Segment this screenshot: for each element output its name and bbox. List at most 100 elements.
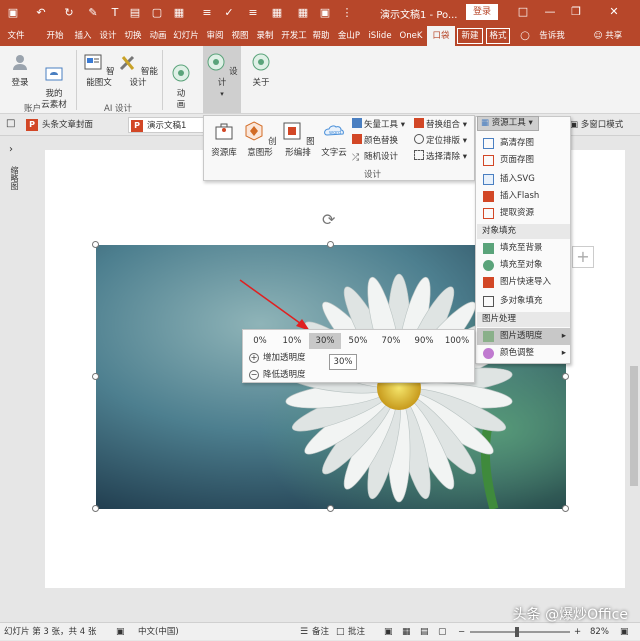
- transparency-option-30[interactable]: 30%: [309, 333, 341, 349]
- more-icon[interactable]: ⋮: [340, 5, 354, 19]
- comments-button[interactable]: 批注: [348, 623, 365, 641]
- resize-handle[interactable]: [92, 505, 99, 512]
- vertical-scrollbar[interactable]: [628, 136, 640, 622]
- text-icon[interactable]: T: [108, 5, 122, 19]
- scrollbar-thumb[interactable]: [630, 366, 638, 486]
- resource-tools-header[interactable]: ▦ 资源工具 ▾: [477, 116, 539, 131]
- resize-handle[interactable]: [92, 241, 99, 248]
- resource-library-button[interactable]: 资源库: [208, 120, 240, 159]
- select-clear-button[interactable]: 选择清除 ▾: [414, 150, 467, 164]
- graphic-layout-button[interactable]: 图形编排: [280, 120, 316, 159]
- zoom-slider-thumb[interactable]: [515, 627, 519, 637]
- replace-combo-button[interactable]: 替换组合 ▾: [414, 118, 467, 132]
- resize-handle[interactable]: [92, 373, 99, 380]
- tab-jinshan[interactable]: 金山P: [335, 26, 363, 46]
- tab-animations[interactable]: 动画: [146, 26, 170, 46]
- thumbnail-label[interactable]: 缩略图: [8, 166, 20, 190]
- menu-item-fill-background[interactable]: 填充至背景: [477, 240, 570, 257]
- menu-item-color-adjust[interactable]: 颜色调整 ▸: [477, 345, 570, 362]
- fit-slide-icon[interactable]: ▣: [620, 623, 629, 641]
- design-button[interactable]: 设计 ▾: [203, 46, 241, 113]
- zoom-in-icon[interactable]: +: [574, 623, 581, 641]
- tab-review[interactable]: 审阅: [203, 26, 227, 46]
- color-replace-button[interactable]: 颜色替换: [352, 134, 398, 148]
- zoom-level[interactable]: 82%: [590, 623, 609, 641]
- smart-graphic-button[interactable]: 智能图文: [80, 52, 118, 89]
- tab-format[interactable]: 格式: [486, 28, 510, 44]
- doc-tab-1[interactable]: P 头条文章封面: [24, 117, 124, 133]
- align-icon[interactable]: ≡: [200, 5, 214, 19]
- normal-view-icon[interactable]: ▣: [384, 623, 393, 641]
- transparency-option-90[interactable]: 90%: [408, 333, 440, 349]
- tab-home[interactable]: 开始: [42, 26, 68, 46]
- menu-item-extract-resource[interactable]: 提取资源: [477, 205, 570, 222]
- increase-transparency-button[interactable]: + 增加透明度: [247, 350, 306, 366]
- creative-graphic-button[interactable]: 创意图形: [242, 120, 278, 159]
- transparency-option-70[interactable]: 70%: [375, 333, 407, 349]
- resize-handle[interactable]: [562, 373, 569, 380]
- restore-icon[interactable]: ❐: [566, 3, 586, 21]
- add-icon[interactable]: +: [572, 246, 594, 268]
- table2-icon[interactable]: ▦: [296, 5, 310, 19]
- slideshow-icon[interactable]: ▢: [438, 623, 447, 641]
- rotate-handle-icon[interactable]: ⟳: [322, 210, 335, 229]
- eyedropper-icon[interactable]: ✓: [222, 5, 236, 19]
- transparency-option-50[interactable]: 50%: [342, 333, 374, 349]
- tab-developer[interactable]: 开发工: [279, 26, 309, 46]
- tab-new[interactable]: 新建: [457, 28, 483, 44]
- language-status[interactable]: 中文(中国): [138, 623, 179, 641]
- random-design-button[interactable]: ⤮ 随机设计: [352, 150, 398, 164]
- minimize-icon[interactable]: —: [540, 3, 560, 21]
- tab-design[interactable]: 设计: [96, 26, 120, 46]
- tab-view[interactable]: 视图: [228, 26, 252, 46]
- table-icon[interactable]: ▦: [270, 5, 284, 19]
- about-button[interactable]: 关于: [246, 52, 276, 89]
- locate-layout-button[interactable]: 定位排版 ▾: [414, 134, 467, 148]
- shape-icon[interactable]: ▢: [150, 5, 164, 19]
- tab-islide[interactable]: iSlide: [365, 26, 395, 46]
- lock-icon[interactable]: ▣: [318, 5, 332, 19]
- vector-tools-button[interactable]: 矢量工具 ▾: [352, 118, 405, 132]
- tab-slideshow[interactable]: 幻灯片: [171, 26, 201, 46]
- animation-button[interactable]: 动 画: [166, 52, 196, 111]
- menu-item-insert-svg[interactable]: 插入SVG: [477, 171, 570, 188]
- tab-file[interactable]: 文件: [4, 26, 28, 46]
- transparency-option-0[interactable]: 0%: [244, 333, 276, 349]
- word-cloud-button[interactable]: word 文字云: [318, 120, 350, 159]
- lightbulb-icon[interactable]: ◯: [518, 26, 532, 46]
- menu-item-hd-save[interactable]: 高清存图: [477, 135, 570, 152]
- resize-handle[interactable]: [327, 505, 334, 512]
- my-material-button[interactable]: 我的 云素材: [38, 52, 70, 111]
- accessibility-icon[interactable]: ▣: [116, 623, 125, 641]
- undo-icon[interactable]: ↶: [34, 5, 48, 19]
- tab-pocket[interactable]: 口袋: [427, 26, 455, 46]
- tab-insert[interactable]: 插入: [70, 26, 96, 46]
- picture-icon[interactable]: ▤: [128, 5, 142, 19]
- menu-item-insert-flash[interactable]: 插入Flash: [477, 188, 570, 205]
- tab-transitions[interactable]: 切换: [121, 26, 145, 46]
- login-ribbon-button[interactable]: 登录: [6, 52, 34, 89]
- share-button[interactable]: ☺ 共享: [588, 26, 628, 46]
- multiwindow-toggle[interactable]: ▣ 多窗口模式: [570, 117, 623, 133]
- resize-handle[interactable]: [562, 505, 569, 512]
- tell-me-label[interactable]: 告诉我: [534, 26, 570, 46]
- menu-item-page-save[interactable]: 页面存图: [477, 152, 570, 169]
- slide-sorter-icon[interactable]: ▦: [402, 623, 411, 641]
- decrease-transparency-button[interactable]: − 降低透明度: [247, 367, 306, 383]
- list-icon[interactable]: ≡: [246, 5, 260, 19]
- login-button[interactable]: 登录: [466, 4, 498, 20]
- format-painter-icon[interactable]: ✎: [86, 5, 100, 19]
- transparency-option-10[interactable]: 10%: [276, 333, 308, 349]
- notes-button[interactable]: 备注: [312, 623, 329, 641]
- menu-item-multi-fill[interactable]: 多对象填充: [477, 293, 570, 310]
- zoom-out-icon[interactable]: −: [458, 623, 465, 641]
- menu-item-fill-object[interactable]: 填充至对象: [477, 257, 570, 274]
- ribbon-display-icon[interactable]: □: [513, 3, 533, 21]
- tab-onekey[interactable]: OneK: [396, 26, 426, 46]
- doc-tab-2[interactable]: P 演示文稿1: [128, 117, 204, 133]
- grid-icon[interactable]: ▦: [172, 5, 186, 19]
- resize-handle[interactable]: [327, 241, 334, 248]
- chevron-right-icon[interactable]: ›: [9, 144, 13, 155]
- save-icon[interactable]: ▣: [6, 5, 20, 19]
- smart-design-button[interactable]: 智能设计: [118, 52, 158, 89]
